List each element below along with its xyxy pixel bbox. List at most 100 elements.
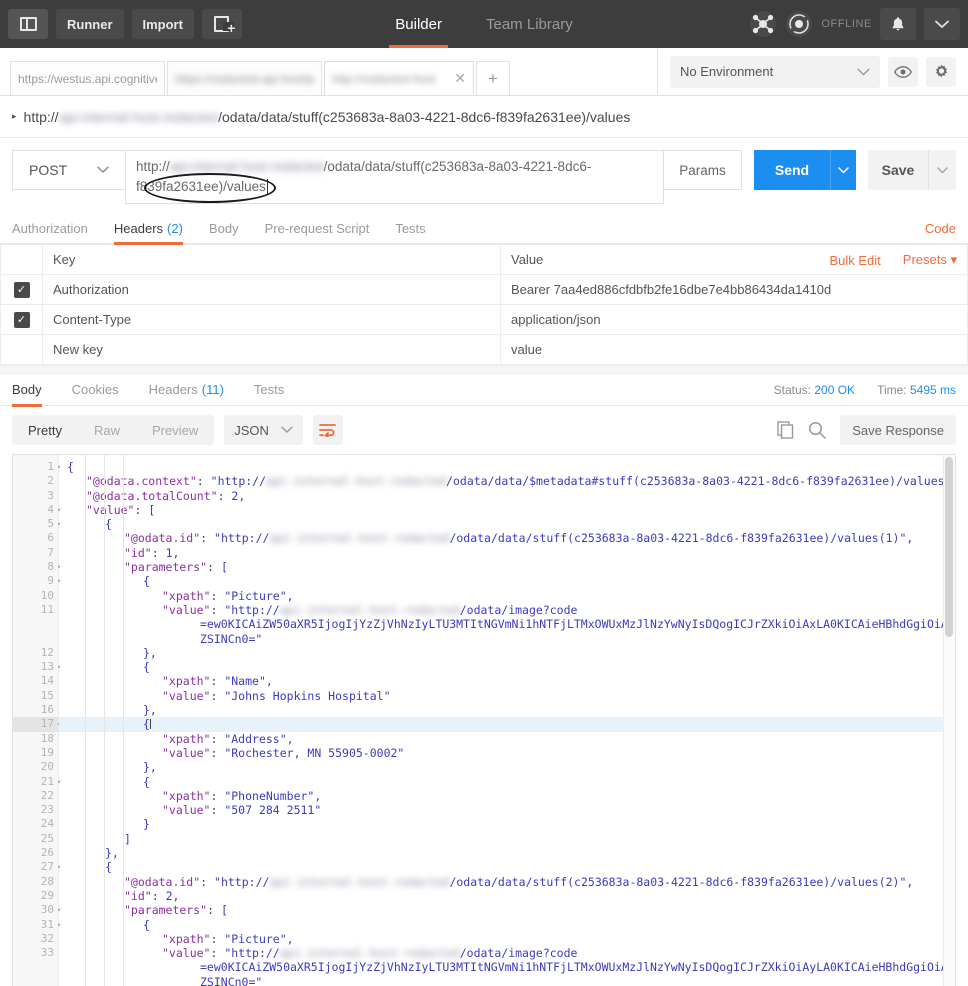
request-subtabs: Authorization Headers (2) Body Pre-reque…	[0, 214, 968, 245]
environment-area: No Environment	[658, 48, 968, 95]
view-mode-preview[interactable]: Preview	[136, 415, 214, 445]
environment-select[interactable]: No Environment	[670, 55, 880, 88]
status-label: Status:	[773, 382, 812, 397]
response-tab-headers[interactable]: Headers (11)	[149, 374, 224, 406]
line-number-continuation	[13, 960, 58, 974]
request-tab-1[interactable]: https://westus.api.cognitive	[10, 61, 165, 95]
response-tab-cookies[interactable]: Cookies	[72, 374, 119, 406]
request-tab-3[interactable]: http://redacted-host ✕	[324, 61, 474, 95]
tab-headers[interactable]: Headers (2)	[113, 214, 183, 245]
response-format-select[interactable]: JSON	[224, 415, 303, 445]
chevron-down-icon	[935, 20, 949, 28]
table-row[interactable]: ✓ Content-Type application/json	[0, 304, 968, 335]
topbar-right-group: OFFLINE	[749, 8, 960, 40]
environment-select-value: No Environment	[680, 64, 774, 79]
code-line: "@odata.totalCount": 2,	[86, 488, 246, 503]
new-window-button[interactable]: +	[201, 9, 242, 39]
bell-icon	[892, 17, 904, 31]
line-number: 5 ▾	[13, 517, 61, 531]
line-number: 16	[40, 703, 54, 717]
status-badge: Status: 200 OK	[774, 383, 855, 397]
search-button[interactable]	[808, 421, 826, 439]
save-options-button[interactable]	[928, 150, 956, 190]
code-link[interactable]: Code	[925, 221, 956, 236]
table-row[interactable]: ✓ Authorization Bearer 7aa4ed886cfdbfb2f…	[0, 274, 968, 305]
offline-status-icon[interactable]	[785, 10, 813, 38]
tab-body[interactable]: Body	[209, 214, 239, 244]
expand-arrow-icon[interactable]: ▸	[12, 111, 17, 122]
line-number: 4 ▾	[13, 503, 61, 517]
tab-tests[interactable]: Tests	[395, 214, 425, 244]
line-number: 21 ▾	[13, 775, 61, 789]
row-checkbox[interactable]: ✓	[13, 281, 30, 298]
row-key[interactable]: Authorization	[42, 274, 501, 305]
tab-pre-request-script[interactable]: Pre-request Script	[265, 214, 370, 244]
row-value[interactable]: application/json	[500, 304, 968, 335]
import-button[interactable]: Import	[131, 9, 194, 39]
nav-tab-team-library[interactable]: Team Library	[486, 0, 573, 48]
response-meta: Status: 200 OK Time: 5495 ms	[774, 383, 956, 397]
response-body-viewer[interactable]: 1▾234▾5▾678▾9▾1011 1213▾14151617▾1819202…	[12, 454, 956, 986]
code-line: "value": [	[86, 502, 156, 517]
view-mode-raw[interactable]: Raw	[78, 415, 136, 445]
response-tab-tests[interactable]: Tests	[254, 374, 284, 406]
request-tab-2[interactable]: https://redacted-api-host/path	[167, 61, 322, 95]
line-number: 7	[47, 545, 54, 559]
line-number: 30 ▾	[13, 903, 61, 917]
row-value[interactable]: Bearer 7aa4ed886cfdbfb2fe16dbe7e4bb86434…	[500, 274, 968, 305]
runner-button[interactable]: Runner	[56, 9, 124, 39]
view-mode-pretty[interactable]: Pretty	[12, 415, 78, 445]
new-key-input[interactable]: New key	[42, 334, 501, 365]
tab-authorization[interactable]: Authorization	[12, 214, 88, 244]
response-tab-body[interactable]: Body	[12, 374, 42, 407]
sidebar-panel-icon	[19, 17, 37, 31]
line-number: 24	[40, 817, 54, 831]
add-request-tab-button[interactable]: +	[476, 61, 510, 95]
code-line: {	[59, 717, 955, 732]
postman-sync-icon[interactable]	[749, 10, 777, 38]
code-line: "value": "http://api-internal-host-redac…	[162, 602, 578, 617]
line-number: 6	[47, 531, 54, 545]
code-line-wrapped: ZSINCn0="	[200, 974, 263, 986]
request-tabstrip: https://westus.api.cognitive https://red…	[0, 48, 658, 95]
line-number: 3	[47, 488, 54, 502]
request-builder-row: POST http://api-internal-host-redacted/o…	[0, 138, 968, 214]
environment-settings-button[interactable]	[926, 56, 956, 87]
bulk-edit-link[interactable]: Bulk Edit	[829, 253, 880, 268]
http-method-select[interactable]: POST	[12, 150, 125, 190]
row-key[interactable]: Content-Type	[42, 304, 501, 335]
tab-headers-label: Headers	[113, 221, 164, 236]
word-wrap-button[interactable]	[312, 415, 343, 445]
save-button[interactable]: Save	[868, 150, 928, 190]
sidebar-toggle-button[interactable]	[8, 9, 48, 39]
notifications-button[interactable]	[880, 8, 916, 40]
save-response-button[interactable]: Save Response	[840, 415, 956, 445]
code-line: "value": "Johns Hopkins Hospital"	[162, 688, 391, 703]
copy-button[interactable]	[777, 421, 794, 439]
row-checkbox[interactable]: ✓	[13, 311, 30, 328]
request-url-input[interactable]: http://api-internal-host-redacted/odata/…	[125, 150, 664, 204]
line-number: 20	[40, 760, 54, 774]
table-row-new[interactable]: New key value	[0, 334, 968, 365]
topbar-menu-button[interactable]	[924, 8, 960, 40]
code-scrollbar[interactable]	[943, 455, 955, 986]
code-line: {	[143, 574, 150, 589]
chevron-down-icon	[97, 166, 109, 174]
code-line: },	[143, 645, 157, 660]
send-options-button[interactable]	[830, 150, 856, 190]
code-line: "@odata.id": "http://api-internal-host-r…	[124, 874, 914, 889]
code-line: "xpath": "Picture",	[162, 931, 294, 946]
environment-quick-look-button[interactable]	[888, 56, 918, 87]
send-button[interactable]: Send	[754, 150, 830, 190]
json-code-area[interactable]: {"@odata.context": "http://api-internal-…	[59, 455, 955, 986]
presets-dropdown[interactable]: Presets ▾	[903, 252, 957, 268]
close-icon[interactable]: ✕	[454, 70, 466, 87]
nav-tab-builder[interactable]: Builder	[389, 0, 448, 48]
time-badge: Time: 5495 ms	[877, 383, 956, 397]
code-scrollbar-thumb[interactable]	[945, 457, 953, 637]
request-tabstrip-row: https://westus.api.cognitive https://red…	[0, 48, 968, 96]
new-value-input[interactable]: value	[500, 334, 968, 365]
params-button[interactable]: Params	[664, 150, 742, 190]
row-checkbox-cell	[0, 334, 43, 365]
code-line: "id": 1,	[124, 545, 180, 560]
